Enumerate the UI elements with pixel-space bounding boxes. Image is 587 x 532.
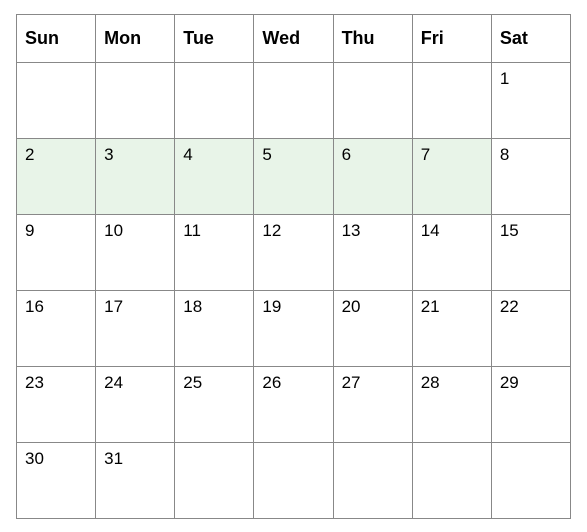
calendar-cell: [412, 442, 491, 518]
calendar-cell: 28: [412, 366, 491, 442]
calendar-row: 30 31: [17, 442, 571, 518]
calendar-cell: 13: [333, 214, 412, 290]
day-number: 17: [104, 297, 166, 317]
day-number: 1: [500, 69, 562, 89]
day-number: 9: [25, 221, 87, 241]
calendar-cell: 8: [491, 138, 570, 214]
day-number: 31: [104, 449, 166, 469]
calendar-cell: [333, 62, 412, 138]
calendar-cell: 7: [412, 138, 491, 214]
day-number: 10: [104, 221, 166, 241]
calendar-cell: [175, 442, 254, 518]
calendar-cell: 14: [412, 214, 491, 290]
calendar-cell: 24: [96, 366, 175, 442]
calendar-cell: 29: [491, 366, 570, 442]
day-number: 27: [342, 373, 404, 393]
calendar-cell: 1: [491, 62, 570, 138]
day-number: 13: [342, 221, 404, 241]
day-number: 20: [342, 297, 404, 317]
calendar-cell: [412, 62, 491, 138]
calendar-cell: 26: [254, 366, 333, 442]
calendar-cell: 2: [17, 138, 96, 214]
day-number: 2: [25, 145, 87, 165]
calendar-cell: 27: [333, 366, 412, 442]
calendar-header-mon: Mon: [96, 14, 175, 62]
calendar-cell: [17, 62, 96, 138]
calendar-cell: 23: [17, 366, 96, 442]
day-number: 24: [104, 373, 166, 393]
calendar-header-wed: Wed: [254, 14, 333, 62]
calendar-cell: [333, 442, 412, 518]
calendar-cell: 12: [254, 214, 333, 290]
day-number: 22: [500, 297, 562, 317]
day-number: 29: [500, 373, 562, 393]
calendar-row: 16 17 18 19 20 21 22: [17, 290, 571, 366]
day-number: 18: [183, 297, 245, 317]
day-number: 19: [262, 297, 324, 317]
day-number: 11: [183, 221, 245, 241]
calendar-row: 9 10 11 12 13 14 15: [17, 214, 571, 290]
calendar-cell: 15: [491, 214, 570, 290]
day-number: 4: [183, 145, 245, 165]
day-number: 28: [421, 373, 483, 393]
calendar-cell: 11: [175, 214, 254, 290]
calendar-row: 1: [17, 62, 571, 138]
calendar-cell: 21: [412, 290, 491, 366]
calendar-cell: [96, 62, 175, 138]
calendar-row: 2345678: [17, 138, 571, 214]
day-number: 25: [183, 373, 245, 393]
calendar-header-thu: Thu: [333, 14, 412, 62]
day-number: 26: [262, 373, 324, 393]
day-number: 21: [421, 297, 483, 317]
day-number: 8: [500, 145, 562, 165]
calendar-cell: [254, 62, 333, 138]
calendar-cell: 18: [175, 290, 254, 366]
calendar-cell: [491, 442, 570, 518]
calendar-cell: 4: [175, 138, 254, 214]
calendar-cell: [175, 62, 254, 138]
day-number: 14: [421, 221, 483, 241]
calendar-table: SunMonTueWedThuFriSat 123456789101112131…: [16, 14, 571, 519]
calendar-cell: 5: [254, 138, 333, 214]
day-number: 7: [421, 145, 483, 165]
calendar-cell: 3: [96, 138, 175, 214]
calendar-cell: 31: [96, 442, 175, 518]
calendar-cell: 17: [96, 290, 175, 366]
calendar-header-sat: Sat: [491, 14, 570, 62]
calendar-cell: 16: [17, 290, 96, 366]
calendar-header-sun: Sun: [17, 14, 96, 62]
calendar-row: 23 24 25 26 27 28 29: [17, 366, 571, 442]
day-number: 12: [262, 221, 324, 241]
calendar-header-tue: Tue: [175, 14, 254, 62]
day-number: 16: [25, 297, 87, 317]
calendar-cell: 9: [17, 214, 96, 290]
calendar-cell: 20: [333, 290, 412, 366]
day-number: 3: [104, 145, 166, 165]
day-number: 6: [342, 145, 404, 165]
day-number: 23: [25, 373, 87, 393]
calendar-cell: 25: [175, 366, 254, 442]
calendar-cell: 22: [491, 290, 570, 366]
calendar-cell: 10: [96, 214, 175, 290]
day-number: 15: [500, 221, 562, 241]
day-number: 5: [262, 145, 324, 165]
calendar-cell: 30: [17, 442, 96, 518]
calendar-cell: 19: [254, 290, 333, 366]
calendar-cell: [254, 442, 333, 518]
day-number: 30: [25, 449, 87, 469]
calendar-header-fri: Fri: [412, 14, 491, 62]
calendar-cell: 6: [333, 138, 412, 214]
